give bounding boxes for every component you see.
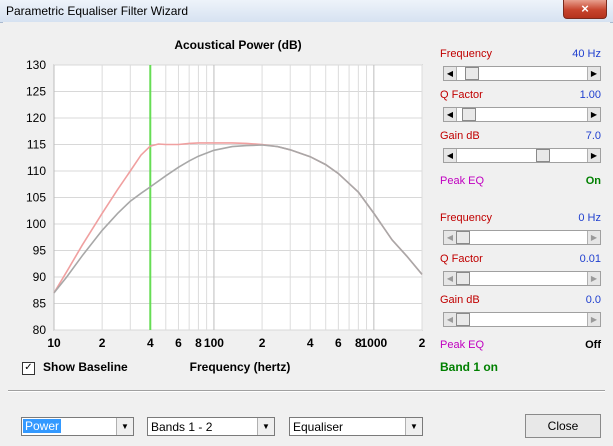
- chart: Acoustical Power (dB) 80 85 90 95 100 105 110 1…: [26, 38, 426, 374]
- band1-q-slider[interactable]: ◀ ▶: [443, 107, 601, 122]
- band-status: Band 1 on: [440, 360, 499, 374]
- slider-thumb[interactable]: [536, 149, 551, 162]
- band2-gain-value: 0.0: [585, 294, 601, 306]
- slider-thumb[interactable]: [465, 67, 480, 80]
- slider-right-arrow-icon[interactable]: ▶: [587, 149, 600, 162]
- y-tick-label: 105: [26, 191, 46, 205]
- x-tick-label: 4: [147, 336, 154, 350]
- y-tick-label: 115: [27, 138, 46, 152]
- mode-select-value: Equaliser: [293, 420, 344, 434]
- slider-left-arrow-icon[interactable]: ◀: [444, 108, 457, 121]
- chevron-down-icon[interactable]: ▼: [257, 418, 274, 435]
- y-tick-label: 125: [26, 85, 46, 99]
- band2-frequency-value: 0 Hz: [578, 212, 601, 224]
- window-close-icon[interactable]: ×: [563, 0, 607, 19]
- chevron-down-icon[interactable]: ▼: [116, 418, 133, 435]
- band1-peak-state[interactable]: On: [586, 175, 601, 187]
- x-tick-label: 2: [419, 336, 426, 350]
- band2-peak-state[interactable]: Off: [585, 339, 601, 351]
- y-tick-label: 130: [26, 58, 46, 72]
- slider-left-arrow-icon[interactable]: ◀: [444, 149, 457, 162]
- y-tick-label: 90: [33, 270, 47, 284]
- x-tick-label: 2: [259, 336, 266, 350]
- mode-select[interactable]: Equaliser ▼: [289, 417, 423, 436]
- band2-q-slider[interactable]: ◀ ▶: [443, 271, 601, 286]
- slider-left-arrow-icon[interactable]: ◀: [444, 67, 457, 80]
- band1-gain-label: Gain dB: [440, 130, 480, 142]
- band1-gain-value: 7.0: [585, 130, 601, 142]
- band2-q-label: Q Factor: [440, 253, 483, 265]
- close-button[interactable]: Close: [525, 414, 601, 438]
- show-baseline-label[interactable]: Show Baseline: [43, 360, 128, 374]
- slider-thumb[interactable]: [456, 313, 470, 326]
- y-tick-label: 80: [33, 323, 47, 337]
- bands-select[interactable]: Bands 1 - 2 ▼: [147, 417, 275, 436]
- y-tick-label: 110: [27, 164, 46, 178]
- show-baseline-checkbox[interactable]: ✓: [22, 362, 35, 375]
- band1-gain-slider[interactable]: ◀ ▶: [443, 148, 601, 163]
- chevron-down-icon[interactable]: ▼: [405, 418, 422, 435]
- band2-frequency-slider[interactable]: ◀ ▶: [443, 230, 601, 245]
- x-axis-label: Frequency (hertz): [190, 360, 291, 374]
- band1-frequency-label: Frequency: [440, 48, 492, 60]
- x-tick-label: 2: [99, 336, 106, 350]
- band2-peak-label: Peak EQ: [440, 339, 485, 351]
- x-tick-label: 4: [307, 336, 314, 350]
- band1-peak-label: Peak EQ: [440, 175, 485, 187]
- slider-thumb[interactable]: [456, 272, 470, 285]
- y-tick-label: 95: [33, 244, 47, 258]
- x-tick-label: 1000: [361, 336, 388, 350]
- band2-gain-slider[interactable]: ◀ ▶: [443, 312, 601, 327]
- x-tick-label: 8: [195, 336, 202, 350]
- band2-frequency-label: Frequency: [440, 212, 492, 224]
- x-tick-label: 100: [204, 336, 224, 350]
- band2-gain-label: Gain dB: [440, 294, 480, 306]
- y-tick-label: 85: [33, 297, 47, 311]
- y-tick-label: 120: [26, 111, 46, 125]
- y-tick-label: 100: [26, 217, 46, 231]
- slider-thumb[interactable]: [461, 108, 476, 121]
- chart-title: Acoustical Power (dB): [174, 38, 301, 52]
- x-tick-label: 10: [47, 336, 61, 350]
- x-tick-label: 6: [175, 336, 182, 350]
- slider-right-arrow-icon[interactable]: ▶: [587, 108, 600, 121]
- view-select-value: Power: [23, 419, 62, 433]
- slider-right-arrow-icon[interactable]: ▶: [587, 272, 600, 285]
- band2-q-value: 0.01: [579, 253, 601, 265]
- slider-right-arrow-icon[interactable]: ▶: [587, 67, 600, 80]
- slider-right-arrow-icon[interactable]: ▶: [587, 313, 600, 326]
- band1-frequency-slider[interactable]: ◀ ▶: [443, 66, 601, 81]
- bands-select-value: Bands 1 - 2: [151, 420, 213, 434]
- slider-right-arrow-icon[interactable]: ▶: [587, 231, 600, 244]
- slider-thumb[interactable]: [456, 231, 470, 244]
- view-select[interactable]: Power ▼: [21, 417, 134, 436]
- divider: [8, 390, 605, 392]
- band1-q-value: 1.00: [579, 89, 601, 101]
- x-tick-label: 6: [335, 336, 342, 350]
- band1-frequency-value: 40 Hz: [572, 48, 601, 60]
- band1-q-label: Q Factor: [440, 89, 483, 101]
